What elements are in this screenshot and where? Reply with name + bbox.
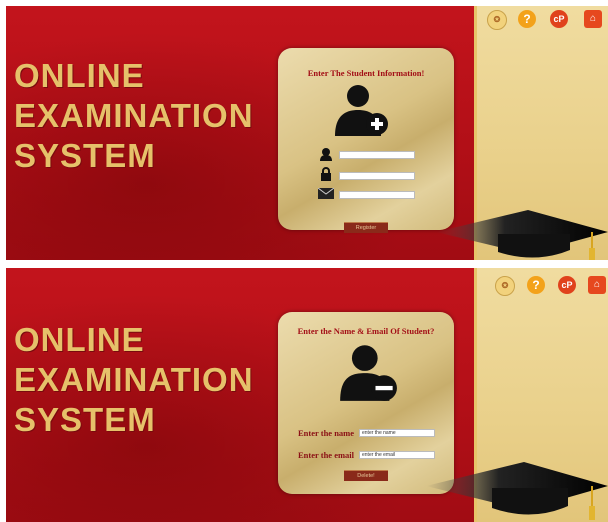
email-input[interactable]: enter the email	[359, 451, 435, 459]
remove-user-icon	[340, 345, 397, 401]
app-title: ONLINE EXAMINATION SYSTEM	[14, 321, 254, 438]
app-title: ONLINE EXAMINATION SYSTEM	[14, 57, 254, 174]
delete-heading: Enter the Name & Email Of Student?	[297, 326, 435, 336]
email-field[interactable]	[339, 191, 415, 199]
register-button[interactable]: Register	[344, 222, 388, 233]
graduation-cap-icon	[436, 210, 608, 260]
register-student-screen: ONLINE EXAMINATION SYSTEM ✪ ? cP ⌂ Enter…	[6, 6, 608, 260]
user-icon	[320, 148, 332, 161]
certificate-icon[interactable]: ✪	[495, 276, 515, 296]
add-user-icon	[335, 85, 388, 136]
cp-icon[interactable]: cP	[550, 10, 568, 28]
delete-button[interactable]: Delete!	[344, 470, 388, 481]
certificate-icon[interactable]: ✪	[487, 10, 507, 30]
envelope-icon	[318, 188, 334, 199]
home-icon[interactable]: ⌂	[588, 276, 606, 294]
username-field[interactable]	[339, 151, 415, 159]
help-icon[interactable]: ?	[518, 10, 536, 28]
graduation-cap-icon	[426, 462, 608, 520]
name-label: Enter the name	[298, 428, 355, 438]
password-field[interactable]	[339, 172, 415, 180]
register-form-card: Enter The Student Information! Register	[278, 48, 454, 233]
register-heading: Enter The Student Information!	[307, 68, 425, 78]
delete-student-screen: ONLINE EXAMINATION SYSTEM ✪ ? cP ⌂ Enter…	[6, 268, 608, 522]
cp-icon[interactable]: cP	[558, 276, 576, 294]
email-label: Enter the email	[298, 450, 355, 460]
name-input[interactable]: enter the name	[359, 429, 435, 437]
help-icon[interactable]: ?	[527, 276, 545, 294]
lock-icon	[321, 167, 331, 181]
home-icon[interactable]: ⌂	[584, 10, 602, 28]
